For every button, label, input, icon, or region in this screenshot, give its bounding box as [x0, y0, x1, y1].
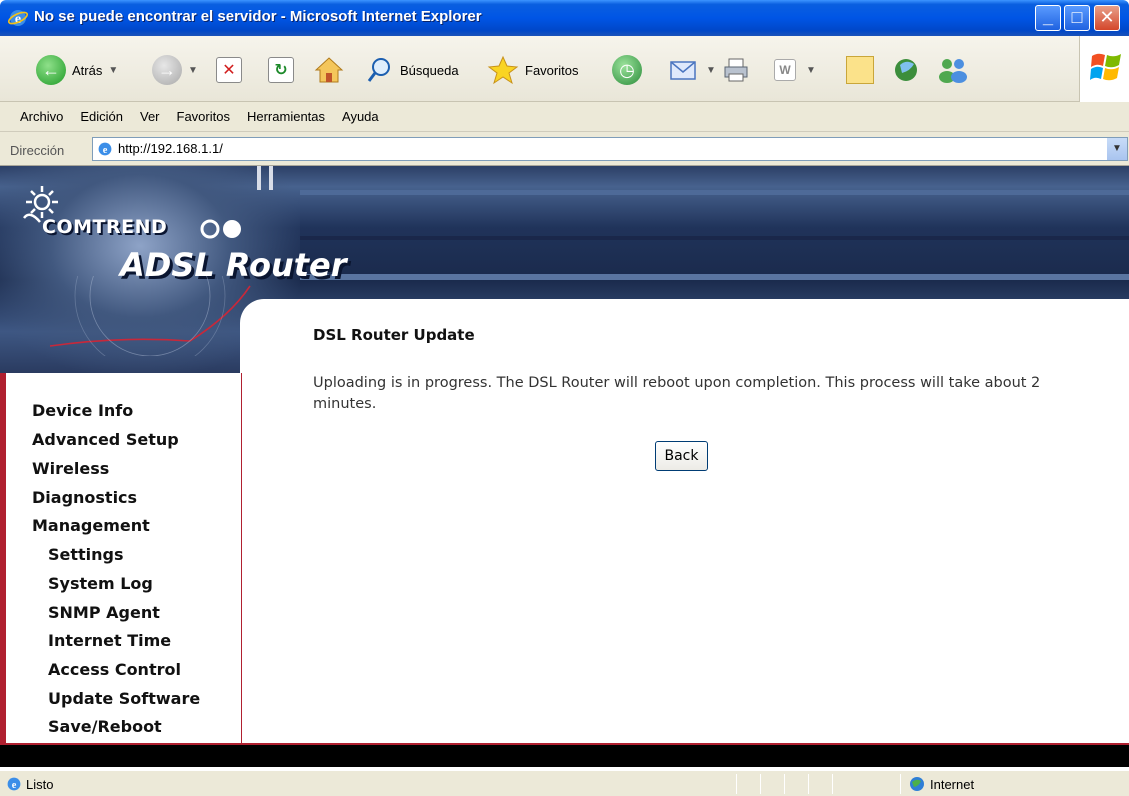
refresh-icon: ↻: [268, 57, 294, 83]
discuss-button[interactable]: [846, 50, 874, 90]
back-button[interactable]: ← Atrás ▼: [36, 50, 118, 90]
address-dropdown-icon[interactable]: ▼: [1107, 138, 1127, 160]
status-divider: [900, 774, 901, 794]
brand-dots-icon: [200, 219, 241, 239]
forward-dropdown-icon[interactable]: ▼: [188, 65, 198, 76]
menu-herramientas[interactable]: Herramientas: [247, 109, 325, 124]
browser-toolbar: ← Atrás ▼ → ▼ ✕ ↻ Búsqueda Favoritos ◷ ▼…: [0, 36, 1129, 102]
svg-text:e: e: [12, 780, 17, 791]
edit-dropdown-icon[interactable]: ▼: [806, 65, 816, 76]
search-button[interactable]: Búsqueda: [366, 50, 459, 90]
print-button[interactable]: [722, 50, 750, 90]
main-panel: [240, 299, 1129, 739]
back-arrow-icon: ←: [36, 55, 66, 85]
status-divider: [832, 774, 833, 794]
star-icon: [487, 55, 519, 85]
address-url[interactable]: http://192.168.1.1/: [118, 141, 223, 156]
history-button[interactable]: ◷: [612, 50, 642, 90]
search-icon: [367, 58, 390, 82]
security-zone-label: Internet: [930, 777, 975, 792]
svg-text:e: e: [103, 145, 108, 156]
banner-stripe: [300, 190, 1129, 195]
maximize-button[interactable]: □: [1064, 5, 1090, 31]
menu-ayuda[interactable]: Ayuda: [342, 109, 379, 124]
upload-status-message: Uploading is in progress. The DSL Router…: [313, 375, 1041, 412]
windows-flag-icon: [1090, 53, 1121, 81]
minimize-button[interactable]: _: [1035, 5, 1061, 31]
status-text: Listo: [26, 777, 54, 792]
word-icon: W: [774, 59, 796, 81]
status-divider: [736, 774, 737, 794]
forward-arrow-icon: →: [152, 55, 182, 85]
status-divider: [760, 774, 761, 794]
edit-button[interactable]: W ▼: [774, 50, 816, 90]
menu-favoritos[interactable]: Favoritos: [177, 109, 230, 124]
globe-icon: [910, 777, 924, 791]
status-page-icon: e: [7, 777, 21, 791]
sidebar-item-management[interactable]: Management: [32, 516, 150, 535]
menu-archivo[interactable]: Archivo: [20, 109, 63, 124]
sidebar-item-advanced-setup[interactable]: Advanced Setup: [32, 430, 179, 449]
address-input[interactable]: e http://192.168.1.1/ ▼: [92, 137, 1128, 161]
close-button[interactable]: ✕: [1094, 5, 1120, 31]
brand-logo-text: COMTREND: [42, 216, 168, 238]
status-bar: e Listo Internet: [0, 770, 1129, 796]
banner-stripe: [300, 236, 1129, 240]
messenger-button[interactable]: [936, 50, 970, 90]
favorites-label: Favoritos: [525, 62, 579, 78]
window-title: No se puede encontrar el servidor - Micr…: [34, 8, 482, 25]
sidebar-item-device-info[interactable]: Device Info: [32, 401, 133, 420]
window-title-bar: e No se puede encontrar el servidor - Mi…: [0, 0, 1129, 36]
ie-icon: e: [8, 10, 28, 27]
page-title: DSL Router Update: [313, 326, 475, 344]
history-icon: ◷: [612, 55, 642, 85]
forward-button[interactable]: → ▼: [152, 50, 198, 90]
search-label: Búsqueda: [400, 62, 459, 78]
sidebar-item-settings[interactable]: Settings: [48, 545, 124, 564]
address-label: Dirección: [10, 143, 65, 158]
banner-stripe: [300, 274, 1129, 280]
menu-edicion[interactable]: Edición: [80, 109, 123, 124]
status-divider: [784, 774, 785, 794]
page-icon: e: [98, 142, 112, 156]
menu-ver[interactable]: Ver: [140, 109, 160, 124]
sidebar-item-save-reboot[interactable]: Save/Reboot: [48, 717, 162, 736]
mail-icon: [670, 61, 696, 80]
printer-icon: [724, 58, 748, 82]
footer-bar: [0, 743, 1129, 767]
web-content: COMTREND ADSL Router Device Info Advance…: [0, 166, 1129, 770]
research-icon: [895, 59, 917, 81]
note-icon: [846, 56, 874, 84]
sidebar-item-internet-time[interactable]: Internet Time: [48, 631, 171, 650]
maximize-icon: □: [1071, 7, 1083, 27]
stop-icon: ✕: [216, 57, 242, 83]
sidebar-item-update-software[interactable]: Update Software: [48, 689, 200, 708]
sidebar-item-diagnostics[interactable]: Diagnostics: [32, 488, 137, 507]
mail-dropdown-icon[interactable]: ▼: [706, 65, 716, 76]
sidebar-item-wireless[interactable]: Wireless: [32, 459, 109, 478]
menu-bar: Archivo Edición Ver Favoritos Herramient…: [0, 102, 1129, 132]
back-label: Atrás: [72, 62, 103, 78]
sidebar-nav: Device Info Advanced Setup Wireless Diag…: [0, 373, 242, 743]
address-bar: Dirección e http://192.168.1.1/ ▼: [0, 132, 1129, 166]
banner-swoosh: [49, 276, 251, 356]
windows-logo: [1079, 36, 1129, 102]
sidebar-item-snmp-agent[interactable]: SNMP Agent: [48, 603, 160, 622]
mail-button[interactable]: ▼: [668, 50, 716, 90]
messenger-icon: [939, 59, 967, 83]
sidebar-item-system-log[interactable]: System Log: [48, 574, 153, 593]
back-page-button[interactable]: Back: [655, 441, 708, 471]
close-icon: ✕: [1099, 7, 1115, 27]
minimize-icon: _: [1042, 7, 1053, 27]
home-icon: [314, 57, 344, 83]
banner-bars-icon: [257, 166, 273, 190]
status-divider: [808, 774, 809, 794]
refresh-button[interactable]: ↻: [268, 50, 294, 90]
favorites-button[interactable]: Favoritos: [487, 50, 578, 90]
research-button[interactable]: [892, 50, 924, 90]
home-button[interactable]: [314, 50, 344, 90]
back-dropdown-icon[interactable]: ▼: [108, 65, 118, 76]
sidebar-item-access-control[interactable]: Access Control: [48, 660, 181, 679]
stop-button[interactable]: ✕: [216, 50, 242, 90]
